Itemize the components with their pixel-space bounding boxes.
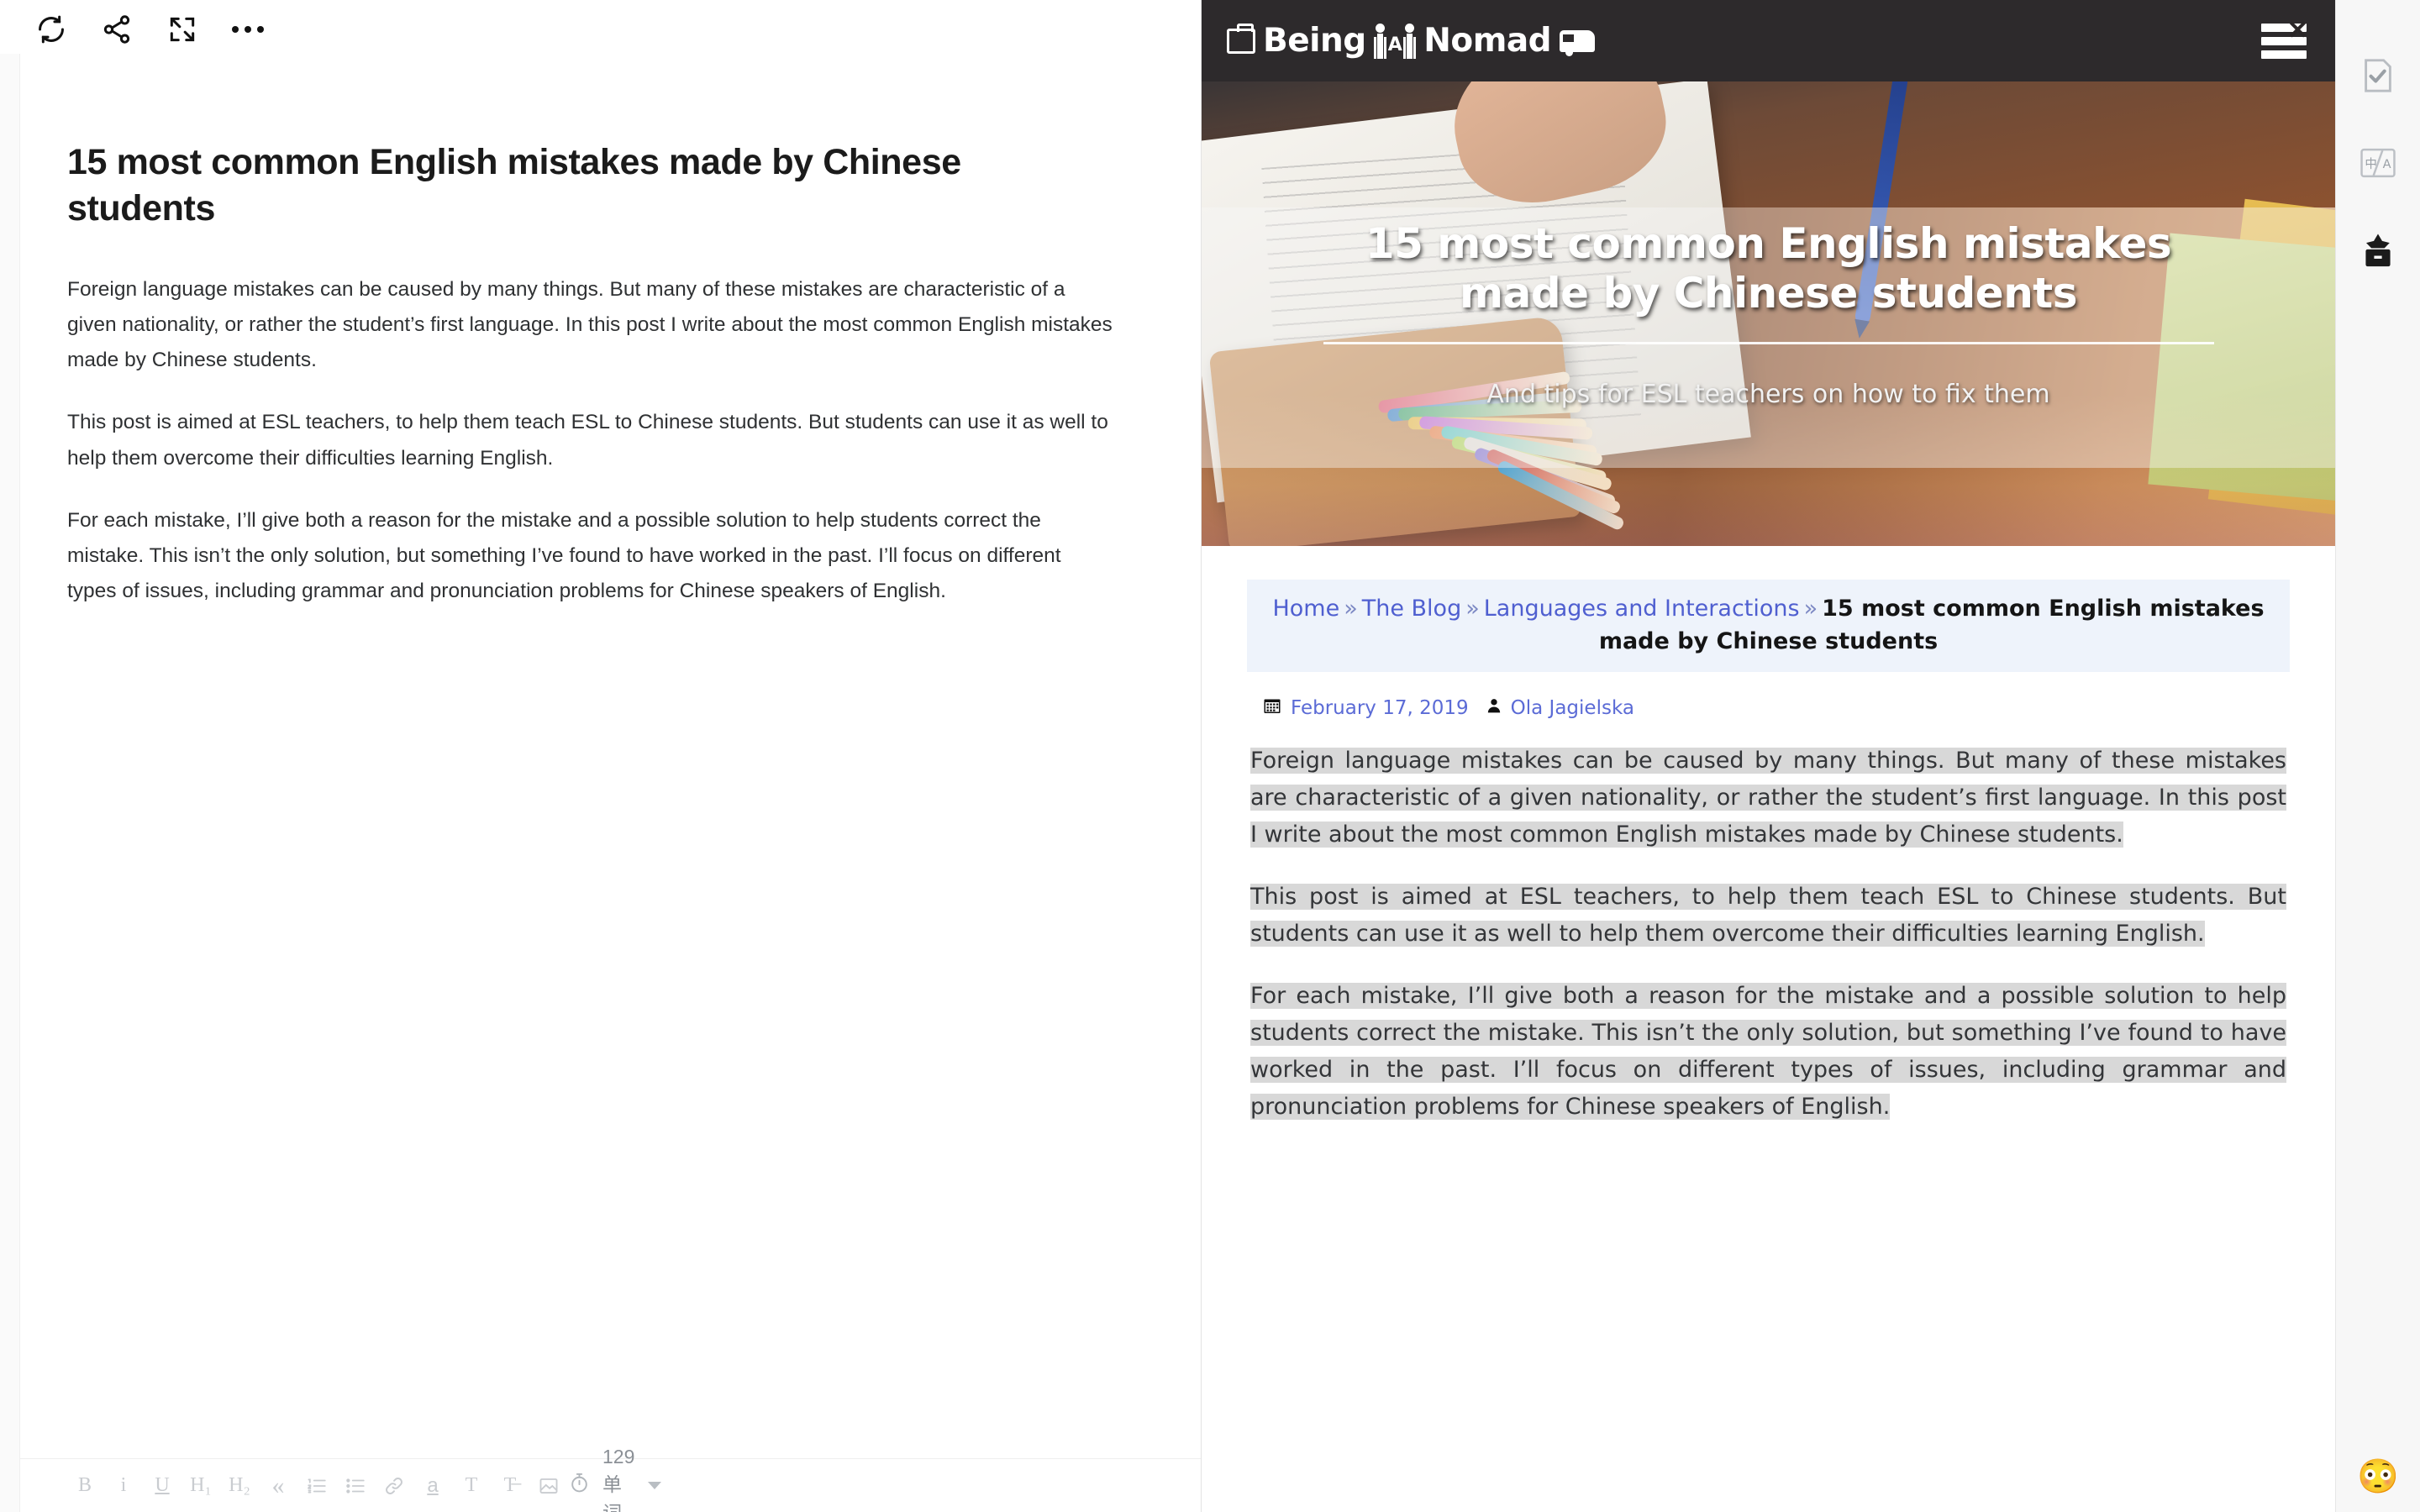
hero-overlay: 15 most common English mistakes made by … <box>1202 207 2335 468</box>
svg-text:中: 中 <box>2365 157 2377 171</box>
fullscreen-icon[interactable] <box>150 2 215 57</box>
hero-title: 15 most common English mistakes made by … <box>1365 219 2172 318</box>
logo-text-being: Being <box>1263 22 1366 60</box>
stopwatch-icon <box>568 1472 591 1499</box>
selected-text: This post is aimed at ESL teachers, to h… <box>1250 883 2286 947</box>
editor-pane: 15 most common English mistakes made by … <box>0 0 1202 1512</box>
clear-format-button[interactable]: T̶ <box>491 1467 529 1505</box>
word-count-status[interactable]: 129 单词 <box>568 1446 662 1512</box>
translate-icon[interactable]: 中 A <box>2354 139 2402 186</box>
breadcrumb-item-the-blog[interactable]: The Blog <box>1362 596 1461 622</box>
post-paragraph: For each mistake, I’ll give both a reaso… <box>1250 978 2286 1126</box>
bold-button[interactable]: B <box>66 1467 104 1505</box>
hamburger-menu-icon[interactable] <box>2261 18 2308 59</box>
breadcrumb-item-home[interactable]: Home <box>1272 596 1339 622</box>
post-author[interactable]: Ola Jagielska <box>1511 697 1634 719</box>
breadcrumb: Home» The Blog» Languages and Interactions… <box>1247 580 2290 672</box>
share-icon[interactable] <box>84 2 150 57</box>
ordered-list-icon[interactable] <box>297 1467 336 1505</box>
text-color-button[interactable]: T <box>452 1467 491 1505</box>
camper-van-icon <box>1560 29 1596 56</box>
two-people-icon: A <box>1373 23 1418 59</box>
clipper-icon[interactable] <box>2354 227 2402 274</box>
site-content: Home» The Blog» Languages and Interactions… <box>1202 546 2335 1126</box>
word-count-label: 129 单词 <box>602 1446 635 1512</box>
heading2-button[interactable]: H₂ <box>220 1467 259 1505</box>
selected-text: For each mistake, I’ll give both a reaso… <box>1250 982 2286 1120</box>
document-title[interactable]: 15 most common English mistakes made by … <box>67 139 1101 232</box>
site-logo[interactable]: Being A Nomad <box>1227 22 1596 60</box>
right-tool-rail: 中 A 😳 <box>2336 0 2420 1512</box>
post-paragraph: Foreign language mistakes can be caused … <box>1250 743 2286 853</box>
unordered-list-icon[interactable] <box>336 1467 375 1505</box>
post-meta: February 17, 2019 Ola Jagielska <box>1262 696 2290 721</box>
highlight-button[interactable]: a <box>413 1467 452 1505</box>
proofread-icon[interactable] <box>2354 52 2402 99</box>
svg-text:A: A <box>2383 158 2391 171</box>
breadcrumb-item-languages[interactable]: Languages and Interactions <box>1484 596 1800 622</box>
site-header: Being A Nomad <box>1202 0 2335 81</box>
underline-button[interactable]: U <box>143 1467 182 1505</box>
link-icon[interactable] <box>375 1467 413 1505</box>
selected-text: Foreign language mistakes can be caused … <box>1250 747 2286 848</box>
document-paragraph[interactable]: For each mistake, I’ll give both a reaso… <box>67 503 1113 609</box>
hero-banner: 15 most common English mistakes made by … <box>1202 81 2335 546</box>
editor-gutter <box>0 54 20 1512</box>
post-paragraph: This post is aimed at ESL teachers, to h… <box>1250 879 2286 953</box>
breadcrumb-separator: » <box>1465 596 1480 622</box>
preview-pane: Being A Nomad ✕ 15 most common English m… <box>1202 0 2336 1512</box>
breadcrumb-separator: » <box>1344 596 1358 622</box>
insert-image-icon[interactable] <box>529 1467 568 1505</box>
heading1-button[interactable]: H₁ <box>182 1467 220 1505</box>
logo-text-nomad: Nomad <box>1423 22 1552 60</box>
editor-document[interactable]: 15 most common English mistakes made by … <box>0 59 1201 1458</box>
document-paragraph[interactable]: This post is aimed at ESL teachers, to h… <box>67 405 1113 475</box>
hero-divider <box>1323 342 2214 344</box>
emoji-badge[interactable]: 😳 <box>2357 1460 2399 1494</box>
more-options-icon[interactable] <box>215 2 281 57</box>
editor-top-toolbar <box>0 0 1201 59</box>
breadcrumb-separator: » <box>1803 596 1818 622</box>
blockquote-button[interactable]: « <box>259 1467 297 1505</box>
format-buttons: B i U H₁ H₂ « a T T̶ <box>66 1467 568 1505</box>
refresh-icon[interactable] <box>18 2 84 57</box>
document-paragraph[interactable]: Foreign language mistakes can be caused … <box>67 272 1113 378</box>
hero-subtitle: And tips for ESL teachers on how to fix … <box>1486 380 2050 409</box>
user-icon <box>1486 696 1502 720</box>
chevron-down-icon[interactable] <box>648 1482 662 1489</box>
editor-format-toolbar: B i U H₁ H₂ « a T T̶ 129 单 <box>0 1446 1201 1512</box>
suitcase-icon <box>1227 23 1255 54</box>
calendar-icon <box>1262 696 1282 721</box>
logo-text-a: A <box>1387 34 1402 55</box>
post-date[interactable]: February 17, 2019 <box>1291 697 1469 719</box>
italic-button[interactable]: i <box>104 1467 143 1505</box>
app-root: 15 most common English mistakes made by … <box>0 0 2420 1512</box>
post-body: Foreign language mistakes can be caused … <box>1247 743 2290 1126</box>
